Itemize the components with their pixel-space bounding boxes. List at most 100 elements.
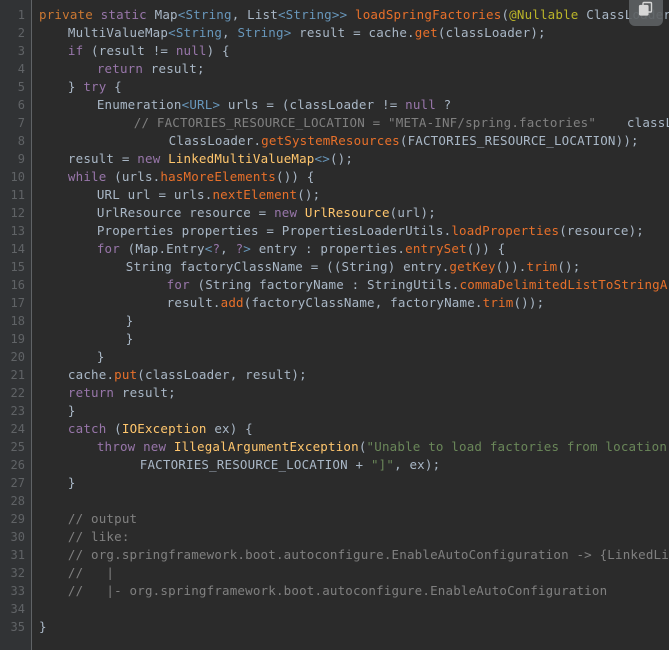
line-number-gutter[interactable]: 1 2 3 4 5 6 7 8 9 10 11 12 13 14 15 16 17 18 19 20 21 22 23 24 2…: [0, 0, 31, 650]
code-token: String: [285, 7, 332, 22]
code-token: ,: [220, 241, 236, 256]
code-token: String: [185, 7, 232, 22]
code-token: }: [125, 313, 134, 328]
code-token: result;: [150, 61, 205, 76]
code-line[interactable]: result = new LinkedMultiValueMap<>();: [68, 150, 353, 168]
copy-icon[interactable]: [629, 0, 663, 26]
code-token: .: [474, 295, 483, 310]
code-line[interactable]: for (String factoryName : StringUtils.co…: [167, 276, 669, 294]
line-number: 4: [17, 62, 25, 76]
code-line[interactable]: }: [97, 348, 105, 366]
code-token: // like:: [67, 529, 130, 544]
code-token: (: [501, 7, 510, 22]
line-number: 17: [10, 296, 25, 310]
line-number: 6: [17, 98, 25, 112]
code-line[interactable]: UrlResource resource = new UrlResource(u…: [97, 204, 436, 222]
code-line[interactable]: for (Map.Entry<?, ?> entry : properties.…: [97, 240, 506, 258]
code-token: URL: [189, 97, 213, 112]
line-number: 1: [17, 8, 25, 22]
code-token: ()) {: [275, 169, 315, 184]
code-token: >: [283, 25, 300, 40]
code-token: (classLoader: [281, 97, 382, 112]
code-token: }: [67, 475, 76, 490]
line-number: 15: [10, 260, 25, 274]
code-line[interactable]: }: [68, 402, 76, 420]
code-line[interactable]: result.add(factoryClassName, factoryName…: [167, 294, 545, 312]
code-token: =: [310, 259, 327, 274]
line-number: 33: [10, 584, 25, 598]
code-line[interactable]: }: [126, 312, 134, 330]
code-token: URL url: [96, 187, 159, 202]
code-line[interactable]: // |- org.springframework.boot.autoconfi…: [68, 582, 607, 600]
code-line[interactable]: // org.springframework.boot.autoconfigur…: [68, 546, 669, 564]
code-token: >>: [331, 7, 356, 22]
code-token: !=: [152, 43, 176, 58]
code-token: <: [168, 25, 176, 40]
line-number: 30: [10, 530, 25, 544]
code-line[interactable]: } try {: [68, 78, 122, 96]
code-token: MultiValueMap: [67, 25, 169, 40]
code-content[interactable]: private static Map<String, List<String>>…: [39, 0, 669, 650]
code-token: private: [39, 7, 101, 22]
code-line[interactable]: catch (IOException ex) {: [68, 420, 253, 438]
line-number: 20: [10, 350, 25, 364]
code-editor[interactable]: 1 2 3 4 5 6 7 8 9 10 11 12 13 14 15 16 17 18 19 20 21 22 23 24 2…: [0, 0, 669, 650]
code-line[interactable]: return result;: [68, 384, 176, 402]
code-line[interactable]: Enumeration<URL> urls = (classLoader != …: [97, 96, 452, 114]
code-token: String: [175, 25, 223, 40]
code-token: (urls: [114, 169, 153, 184]
code-line[interactable]: // output: [68, 510, 137, 528]
code-token: Enumeration: [96, 97, 182, 112]
code-token: LinkedMultiValueMap: [168, 151, 315, 166]
code-token: UrlResource: [304, 205, 390, 220]
code-line[interactable]: FACTORIES_RESOURCE_LOCATION + "]", ex);: [140, 456, 441, 474]
code-token: for: [166, 277, 198, 292]
code-line[interactable]: MultiValueMap<String, String> result = c…: [68, 24, 546, 42]
code-line[interactable]: }: [68, 474, 76, 492]
code-token: if: [67, 43, 92, 58]
code-line[interactable]: cache.put(classLoader, result);: [68, 366, 307, 384]
code-token: cache: [368, 25, 408, 40]
code-line[interactable]: // |: [68, 564, 114, 582]
code-line[interactable]: // FACTORIES_RESOURCE_LOCATION = "META-I…: [134, 114, 669, 132]
code-line[interactable]: URL url = urls.nextElement();: [97, 186, 321, 204]
line-number: 11: [10, 188, 25, 202]
code-token: (resource);: [559, 223, 644, 238]
code-line[interactable]: throw new IllegalArgumentException("Unab…: [97, 438, 669, 456]
code-token: loadSpringFactories: [355, 7, 502, 22]
line-number: 14: [10, 242, 25, 256]
code-line[interactable]: }: [39, 618, 47, 636]
code-token: null: [175, 43, 207, 58]
code-token: ();: [329, 151, 354, 166]
code-line[interactable]: while (urls.hasMoreElements()) {: [68, 168, 315, 186]
code-line[interactable]: // like:: [68, 528, 130, 546]
code-token: (: [358, 439, 367, 454]
code-line[interactable]: ClassLoader.getSystemResources(FACTORIES…: [169, 132, 639, 150]
code-token: ) {: [206, 43, 230, 58]
code-token: trim: [526, 259, 558, 274]
code-token: result: [166, 295, 213, 310]
code-line[interactable]: if (result != null) {: [68, 42, 230, 60]
comment-token: // FACTORIES_RESOURCE_LOCATION = "META-I…: [133, 115, 597, 130]
line-number: 32: [10, 566, 25, 580]
code-token: static: [100, 7, 155, 22]
code-token: put: [114, 367, 138, 382]
code-token: (factoryClassName, factoryName: [243, 295, 475, 310]
code-token: ());: [513, 295, 545, 310]
code-token: (Map.Entry: [127, 241, 205, 256]
code-token: (String factoryName : StringUtils: [197, 277, 452, 292]
line-number: 21: [10, 368, 25, 382]
line-number: 25: [10, 440, 25, 454]
code-line[interactable]: String factoryClassName = ((String) entr…: [126, 258, 581, 276]
code-line[interactable]: private static Map<String, List<String>>…: [39, 6, 669, 24]
code-line[interactable]: }: [126, 330, 134, 348]
line-number: 12: [10, 206, 25, 220]
code-token: }: [67, 403, 76, 418]
code-token: // |: [67, 565, 115, 580]
line-number: 22: [10, 386, 25, 400]
code-line[interactable]: return result;: [97, 60, 205, 78]
code-token: @Nullable: [509, 7, 579, 22]
code-line[interactable]: Properties properties = PropertiesLoader…: [97, 222, 644, 240]
code-token: throw: [96, 439, 144, 454]
